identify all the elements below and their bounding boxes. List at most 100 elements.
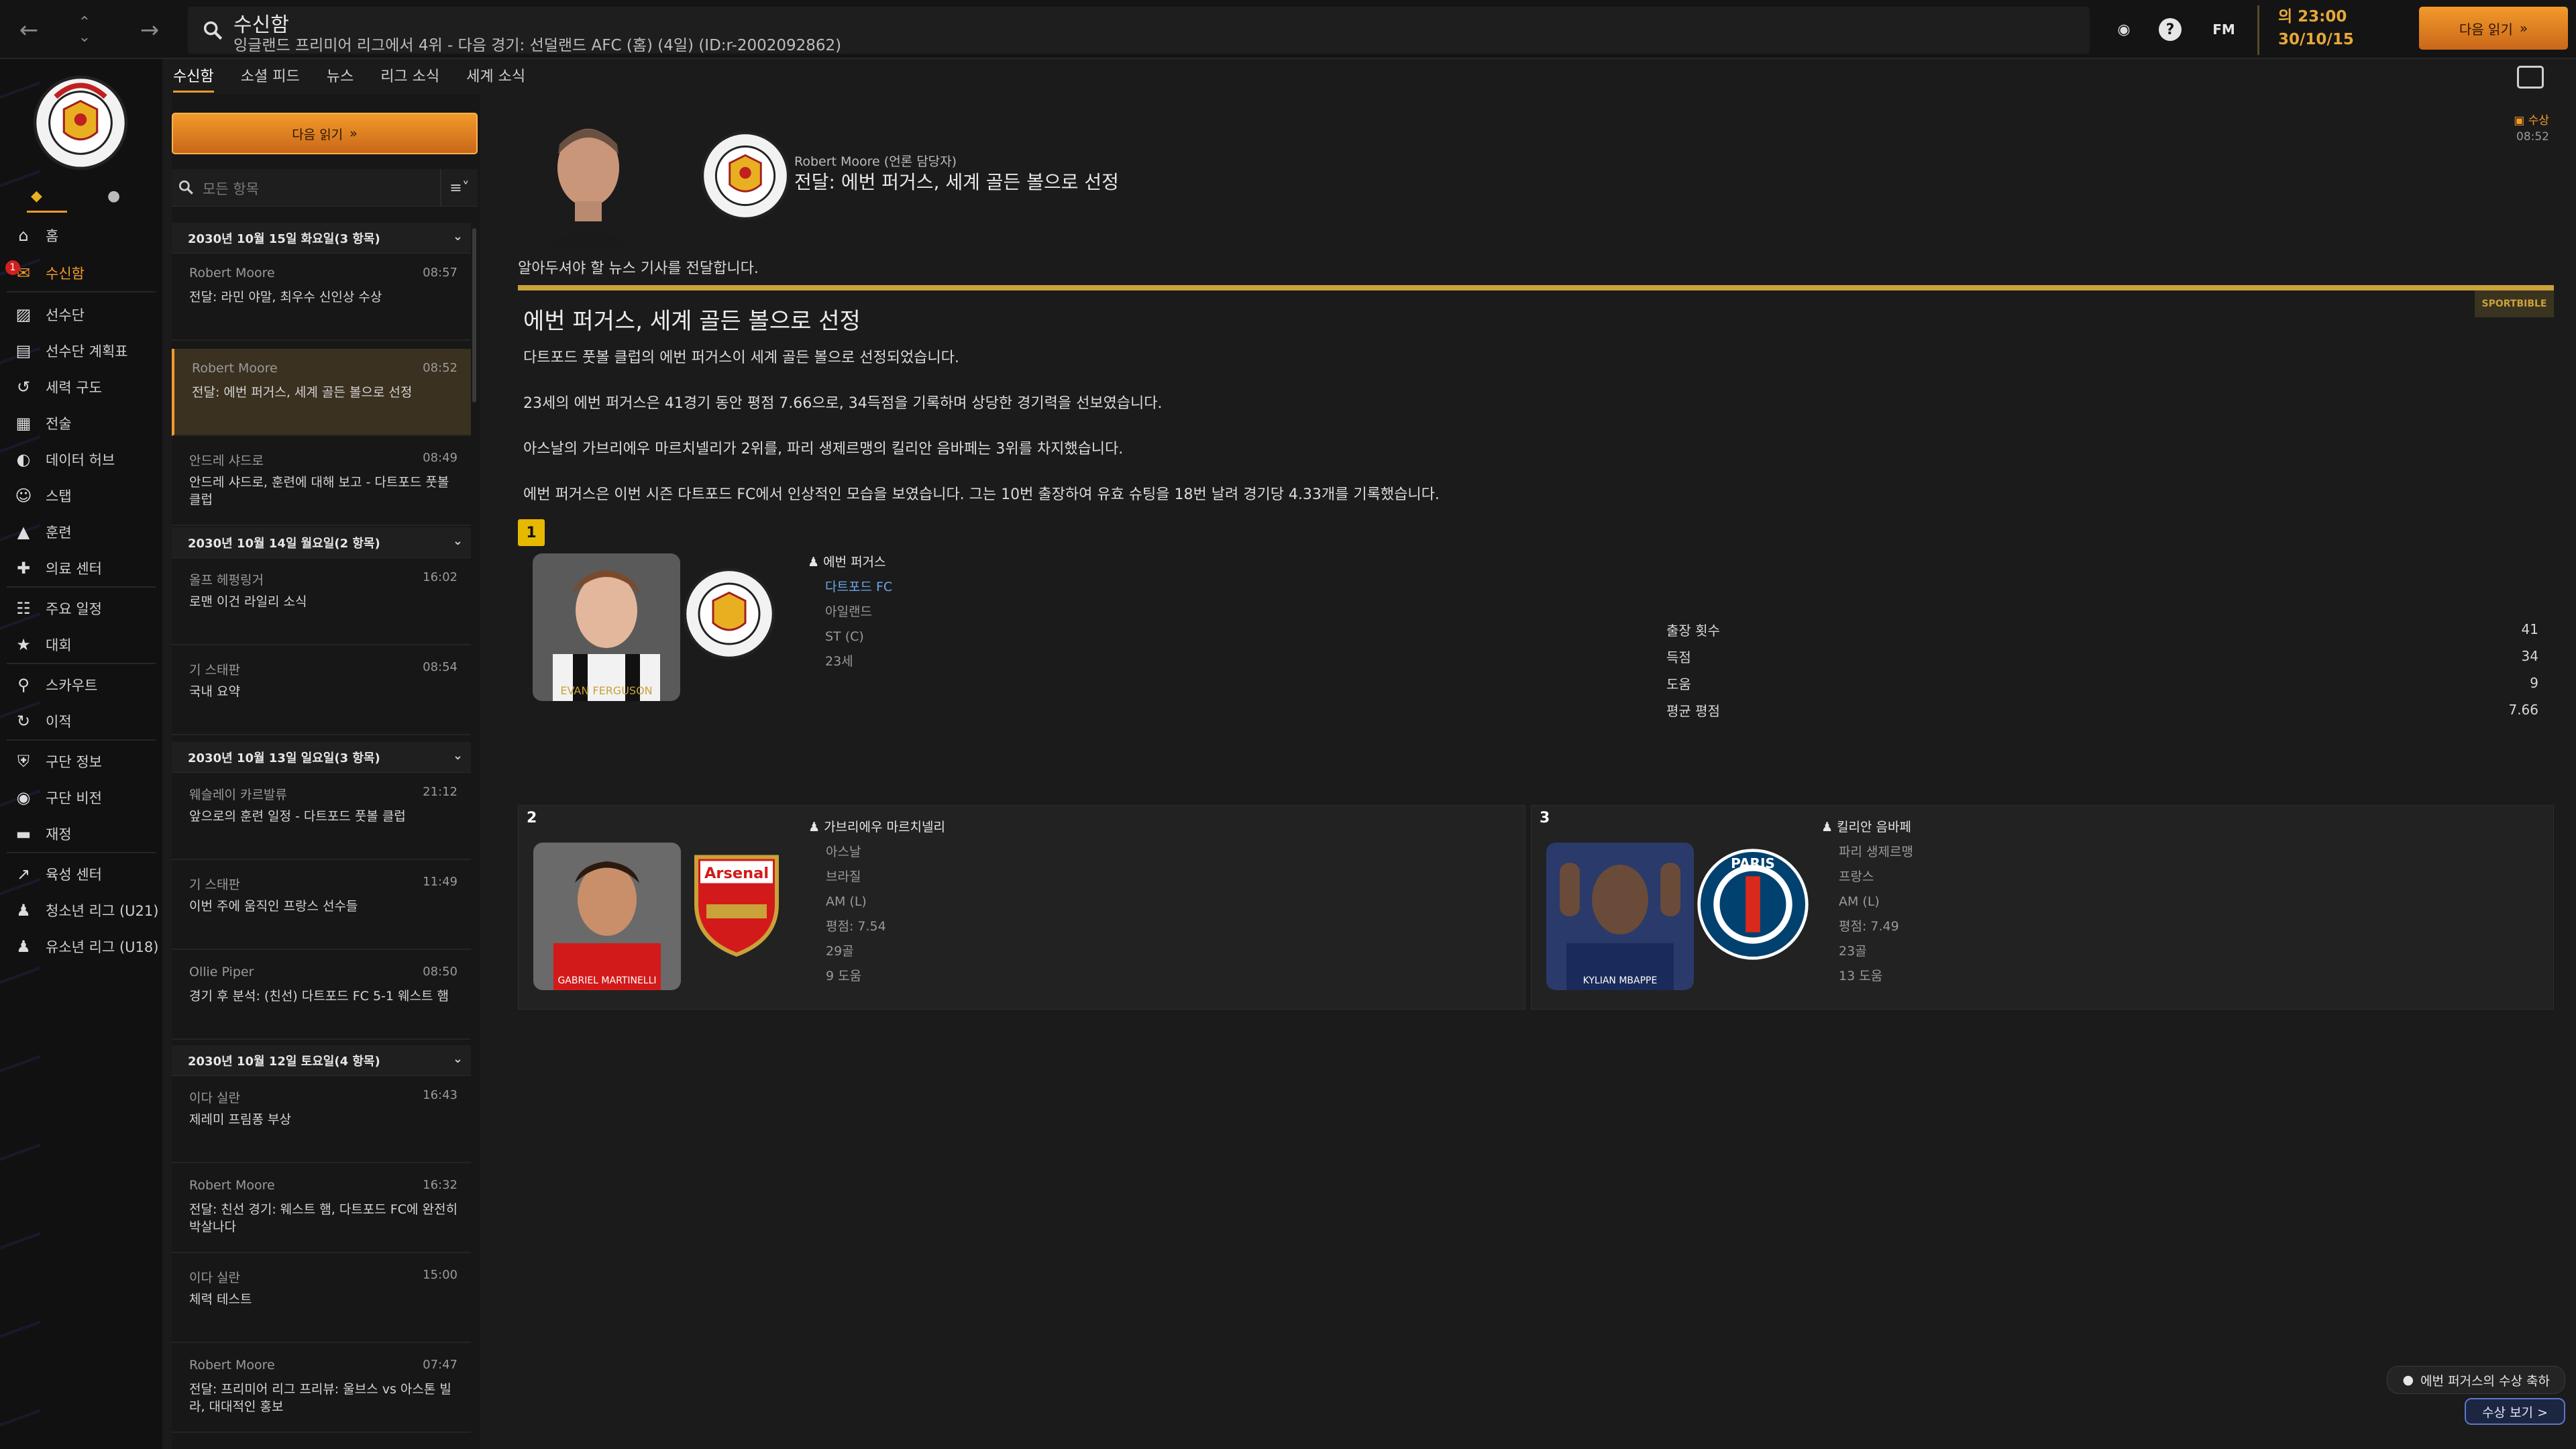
date-group-header[interactable]: 2030년 10월 15일 화요일(3 항목) ⌄: [172, 223, 471, 254]
congratulate-label: 에번 퍼거스의 수상 축하: [2420, 1373, 2550, 1389]
rank-label: 2: [527, 810, 537, 826]
sender-portrait[interactable]: [538, 114, 639, 248]
club-crest[interactable]: [27, 66, 134, 180]
message-subject: 전달: 에번 퍼거스, 세계 골든 볼으로 선정: [192, 385, 413, 400]
congratulate-button[interactable]: ● 에번 퍼거스의 수상 축하: [2387, 1366, 2565, 1394]
message-item[interactable]: Robert Moore 07:47 전달: 프리미어 리그 프리뷰: 울브스 vs…: [172, 1346, 471, 1433]
continue-button[interactable]: 다음 읽기 »: [2419, 7, 2568, 50]
sidebar-item-training[interactable]: ▲ 훈련: [0, 515, 162, 549]
third-place-card: 3 KYLIAN MBAPPE PARIS ♟ 킬리안 음바페 파리 생제르맹 …: [1531, 805, 2554, 1010]
sidebar-item-club-info[interactable]: ⛨ 구단 정보: [0, 745, 162, 778]
sidebar-item-medical[interactable]: ✚ 의료 센터: [0, 551, 162, 585]
message-item[interactable]: 안드레 샤드로 08:49 안드레 샤드로, 훈련에 대해 보고 - 다트포드 풋볼…: [172, 439, 471, 526]
sidebar-item-u18[interactable]: ♟ 유소년 리그 (U18): [0, 930, 162, 963]
sidebar-item-squad-planner[interactable]: ▤ 선수단 계획표: [0, 334, 162, 368]
club-crest[interactable]: PARIS: [1696, 847, 1810, 961]
message-sender: 기 스태판: [189, 877, 240, 892]
screen-capture-icon[interactable]: [2517, 66, 2544, 89]
message-item[interactable]: 이다 실란 16:43 제레미 프림퐁 부상: [172, 1076, 471, 1163]
tab-inbox[interactable]: 수신함: [173, 64, 214, 93]
player-photo[interactable]: GABRIEL MARTINELLI: [533, 843, 681, 990]
message-item[interactable]: Robert Moore 16:32 전달: 친선 경기: 웨스트 햄, 다트포드 …: [172, 1166, 471, 1253]
sidebar-item-data-hub[interactable]: ◐ 데이터 허브: [0, 443, 162, 476]
sidebar-item-schedule[interactable]: ☷ 주요 일정: [0, 592, 162, 625]
player-club[interactable]: 파리 생제르맹: [1821, 840, 1913, 865]
sidebar-item-competitions[interactable]: ★ 대회: [0, 628, 162, 661]
sidebar-item-transfers[interactable]: ↻ 이적: [0, 704, 162, 738]
sidebar-item-staff[interactable]: ☺ 스탭: [0, 479, 162, 513]
person-icon: ♟: [808, 555, 824, 570]
message-sender: 올프 헤펑링거: [189, 573, 264, 588]
read-next-button[interactable]: 다음 읽기 »: [172, 113, 478, 154]
view-award-button[interactable]: 수상 보기 >: [2465, 1398, 2565, 1425]
history-dropdown-button[interactable]: ⌃ ⌄: [71, 13, 98, 47]
message-item[interactable]: 이다 실란 15:00 체력 테스트: [172, 1256, 471, 1343]
message-filter[interactable]: 모든 항목 ≡˅: [172, 169, 478, 207]
player-name-row[interactable]: ♟ 에번 퍼거스: [808, 550, 892, 575]
training-icon: ▲: [17, 523, 30, 541]
date-group-header[interactable]: 2030년 10월 13일 일요일(3 항목) ⌄: [172, 742, 471, 773]
forward-button[interactable]: →: [133, 13, 166, 47]
help-icon[interactable]: ?: [2159, 18, 2182, 41]
stat-row: 도움 9: [1666, 669, 2538, 696]
sidebar-item-development[interactable]: ↗ 육성 센터: [0, 857, 162, 891]
fm-menu-button[interactable]: FM: [2207, 16, 2241, 43]
message-item[interactable]: Robert Moore 08:57 전달: 라민 야말, 최우수 신인상 수상: [172, 254, 471, 341]
player-assists: 13 도움: [1839, 969, 1883, 983]
data-icon: ◐: [16, 450, 31, 469]
tab-social-feed[interactable]: 소셜 피드: [241, 64, 300, 93]
sidebar-item-home[interactable]: ⌂ 홈: [0, 219, 162, 252]
bug-report-icon[interactable]: ◉: [2110, 16, 2137, 43]
club-crest[interactable]: Arsenal: [686, 847, 787, 961]
message-item[interactable]: 올프 헤펑링거 16:02 로맨 이건 라일리 소식: [172, 558, 471, 645]
game-date[interactable]: 의 23:00 30/10/15: [2257, 5, 2398, 55]
tab-news[interactable]: 뉴스: [327, 64, 354, 93]
message-item-selected[interactable]: Robert Moore 08:52 전달: 에번 퍼거스, 세계 골든 볼으로 선…: [172, 349, 471, 436]
sidebar-item-tactics[interactable]: ▦ 전술: [0, 407, 162, 440]
list-scrollbar[interactable]: [472, 228, 476, 402]
player-club[interactable]: 아스날: [808, 840, 945, 865]
sidebar-item-finances[interactable]: ▬ 재정: [0, 817, 162, 851]
sidebar-item-club-vision[interactable]: ◉ 구단 비전: [0, 781, 162, 814]
sidebar-item-label: 청소년 리그 (U21): [46, 903, 159, 919]
stat-label: 출장 횟수: [1666, 622, 1720, 639]
search-breadcrumb-box[interactable]: 수신함 잉글랜드 프리미어 리그에서 4위 - 다음 경기: 선덜랜드 AFC …: [188, 7, 2090, 54]
sidebar-item-squad[interactable]: ▨ 선수단: [0, 298, 162, 331]
player-photo[interactable]: EVAN FERGUSON: [533, 553, 680, 701]
sidebar-item-inbox[interactable]: ✉ 수신함: [0, 256, 162, 290]
sidebar-item-dynamics[interactable]: ↺ 세력 구도: [0, 370, 162, 404]
filter-input[interactable]: 모든 항목: [203, 178, 259, 199]
message-subject: 체력 테스트: [189, 1292, 252, 1307]
club-crest[interactable]: [695, 122, 796, 229]
sidebar-item-label: 구단 정보: [46, 754, 102, 770]
sidebar-item-u21[interactable]: ♟ 청소년 리그 (U21): [0, 894, 162, 927]
player-club-link[interactable]: 다트포드 FC: [808, 575, 892, 600]
club-crest[interactable]: [679, 557, 780, 671]
club-tab-icon[interactable]: ◆: [31, 188, 42, 205]
date-group-header[interactable]: 2030년 10월 12일 토요일(4 항목) ⌄: [172, 1045, 471, 1076]
message-from[interactable]: Robert Moore (언론 담당자): [794, 152, 957, 170]
player-goals: 29골: [826, 944, 854, 959]
tab-league-news[interactable]: 리그 소식: [380, 64, 439, 93]
stat-label: 득점: [1666, 649, 1691, 665]
player-age: 23세: [825, 654, 853, 669]
staff-tab-icon[interactable]: ●: [107, 188, 120, 205]
message-time: 08:50: [423, 965, 458, 979]
back-button[interactable]: ←: [12, 13, 46, 47]
player-photo[interactable]: KYLIAN MBAPPE: [1546, 843, 1694, 990]
date-group-header[interactable]: 2030년 10월 14일 월요일(2 항목) ⌄: [172, 527, 471, 558]
player-name-row[interactable]: ♟ 가브리에우 마르치넬리: [808, 815, 945, 840]
shirt-name-text: KYLIAN MBAPPE: [1583, 975, 1658, 986]
sidebar-item-label: 주요 일정: [46, 601, 102, 617]
tab-world-news[interactable]: 세계 소식: [466, 64, 525, 93]
player-name-row[interactable]: ♟ 킬리안 음바페: [1821, 815, 1913, 840]
message-item[interactable]: 기 스태판 08:54 국내 요약: [172, 648, 471, 735]
player-name: 가브리에우 마르치넬리: [824, 820, 945, 835]
message-item[interactable]: Ollie Piper 08:50 경기 후 분석: (친선) 다트포드 FC 5-…: [172, 953, 471, 1040]
player-info: ♟ 에번 퍼거스 다트포드 FC 아일랜드 ST (C) 23세: [808, 550, 892, 674]
sidebar-item-scouting[interactable]: ⚲ 스카우트: [0, 668, 162, 702]
filter-menu-button[interactable]: ≡˅: [440, 169, 478, 207]
transfer-icon: ↻: [16, 712, 31, 731]
message-item[interactable]: 기 스태판 11:49 이번 주에 움직인 프랑스 선수들: [172, 863, 471, 950]
message-item[interactable]: 웨슬레이 카르발류 21:12 앞으로의 훈련 일정 - 다트포드 풋볼 클럽: [172, 773, 471, 860]
